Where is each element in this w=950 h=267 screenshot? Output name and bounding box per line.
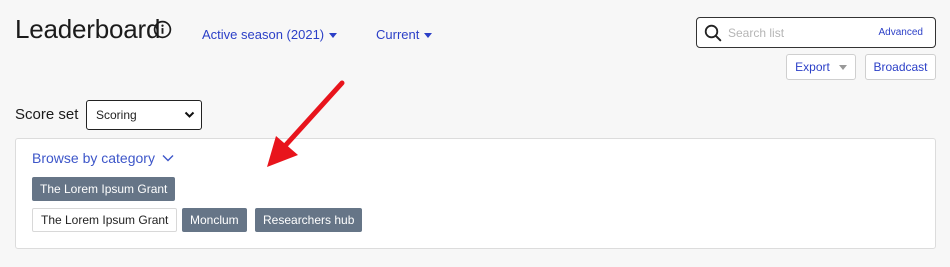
period-filter-dropdown[interactable]: Current (376, 27, 433, 42)
browse-by-category-toggle[interactable]: Browse by category (32, 150, 174, 166)
active-category-tag[interactable]: The Lorem Ipsum Grant (32, 177, 176, 201)
search-input[interactable] (728, 25, 879, 40)
info-circle-icon[interactable] (153, 20, 172, 39)
browse-by-category-label: Browse by category (32, 150, 155, 166)
score-set-selected-value: Scoring (96, 108, 137, 122)
annotation-arrow-icon (267, 80, 345, 167)
page-title: Leaderboard (15, 14, 161, 44)
chevron-down-icon (329, 33, 338, 38)
chevron-down-icon (162, 155, 174, 162)
chevron-down-icon (424, 33, 433, 38)
season-filter-label: Active season (2021) (202, 27, 325, 42)
score-set-select[interactable]: Scoring (86, 100, 202, 130)
search-box: Advanced (696, 17, 936, 48)
period-filter-label: Current (376, 27, 420, 42)
broadcast-button[interactable]: Broadcast (865, 54, 936, 80)
category-tag-researchers-hub[interactable]: Researchers hub (255, 208, 363, 232)
category-tag-lorem-ipsum-grant[interactable]: The Lorem Ipsum Grant (32, 208, 178, 232)
category-tag-monclum[interactable]: Monclum (182, 208, 247, 232)
chevron-down-icon (838, 64, 847, 70)
chevron-down-icon (184, 111, 195, 118)
season-filter-dropdown[interactable]: Active season (2021) (202, 27, 338, 42)
broadcast-label: Broadcast (873, 60, 928, 74)
export-label: Export (795, 60, 830, 74)
score-set-label: Score set (15, 106, 79, 123)
export-button[interactable]: Export (786, 54, 856, 80)
search-icon (704, 24, 722, 41)
browse-category-panel: Browse by category The Lorem Ipsum Grant… (15, 138, 936, 249)
advanced-search-link[interactable]: Advanced (879, 27, 923, 38)
